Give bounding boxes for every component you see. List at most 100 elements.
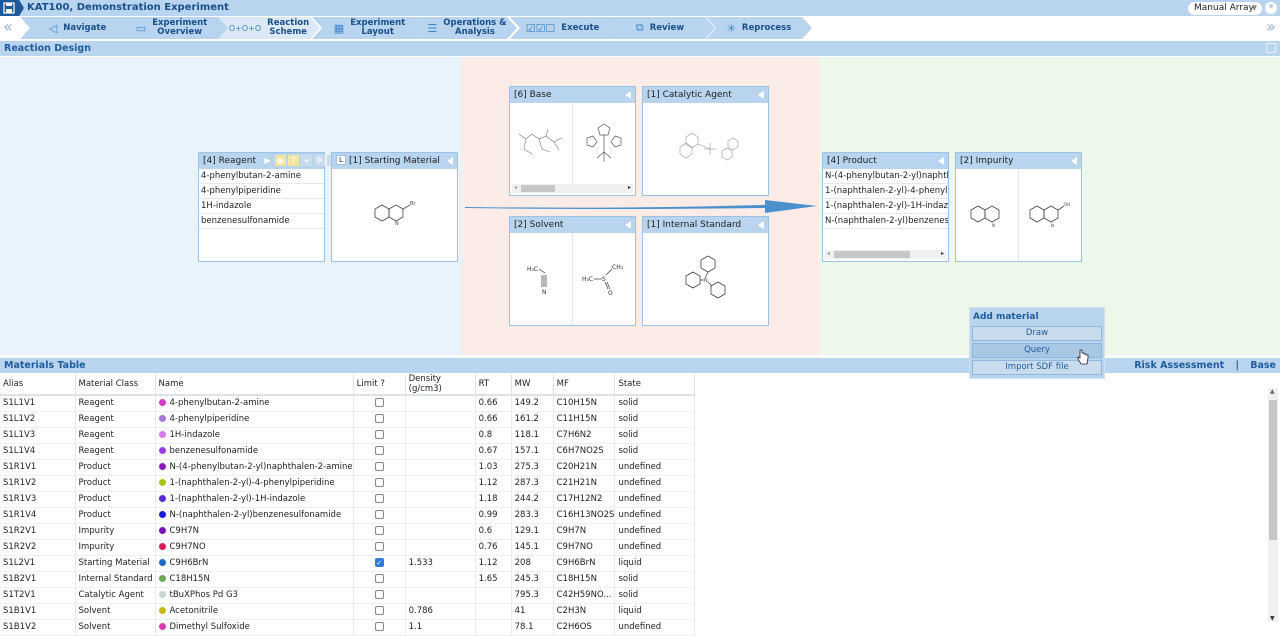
cell-name[interactable]: 4-phenylpiperidine bbox=[155, 411, 354, 428]
cell-name[interactable]: C9H7N bbox=[155, 523, 354, 540]
step-operations-analysis[interactable]: ☰ Operations & Analysis bbox=[417, 17, 517, 39]
cell-name[interactable]: N-(4-phenylbutan-2-yl)naphthalen-2-amine bbox=[155, 459, 354, 476]
structure-cell[interactable]: OH N bbox=[1019, 169, 1081, 261]
cell-state[interactable]: solid bbox=[614, 443, 696, 460]
add-icon[interactable]: + bbox=[301, 155, 312, 166]
cell-material-class[interactable]: Reagent bbox=[75, 443, 156, 460]
cell-material-class[interactable]: Product bbox=[75, 475, 156, 492]
list-item[interactable]: 1H-indazole bbox=[199, 199, 324, 214]
step-experiment-layout[interactable]: ▦ Experiment Layout bbox=[312, 17, 427, 39]
cell-name[interactable]: tBuXPhos Pd G3 bbox=[155, 587, 354, 604]
cell-density[interactable] bbox=[405, 571, 476, 588]
cell-state[interactable]: solid bbox=[614, 427, 696, 444]
list-item[interactable]: N-(4-phenylbutan-2-yl)naphthalen-2-amine bbox=[823, 169, 948, 184]
text-icon[interactable]: T bbox=[288, 155, 299, 166]
cell-material-class[interactable]: Product bbox=[75, 459, 156, 476]
cell-mw[interactable]: 78.1 bbox=[511, 619, 554, 636]
settings-icon[interactable] bbox=[1266, 43, 1276, 53]
limit-checkbox[interactable] bbox=[374, 510, 384, 519]
nav-forward-icon[interactable]: » bbox=[1266, 19, 1276, 35]
cell-density[interactable] bbox=[405, 395, 476, 412]
cell-limit[interactable] bbox=[353, 603, 406, 620]
cell-mf[interactable]: C7H6N2 bbox=[553, 427, 616, 444]
structure-cell[interactable]: H₃C N bbox=[510, 233, 573, 325]
cell-rt[interactable]: 0.99 bbox=[475, 507, 512, 524]
cell-name[interactable]: C18H15N bbox=[155, 571, 354, 588]
cell-density[interactable] bbox=[405, 443, 476, 460]
step-reprocess[interactable]: ✳ Reprocess bbox=[706, 17, 812, 39]
cell-limit[interactable] bbox=[353, 395, 406, 412]
table-row[interactable]: S1R2V2 Impurity C9H7NO 0.76 145.1 C9H7NO undef… bbox=[0, 539, 696, 556]
cell-material-class[interactable]: Impurity bbox=[75, 539, 156, 556]
cell-mf[interactable]: C42H59NO... bbox=[553, 587, 616, 604]
cell-name[interactable]: 4-phenylbutan-2-amine bbox=[155, 395, 354, 412]
collapse-icon[interactable] bbox=[1071, 157, 1077, 165]
cell-rt[interactable] bbox=[475, 587, 512, 604]
cell-material-class[interactable]: Impurity bbox=[75, 523, 156, 540]
cell-state[interactable]: undefined bbox=[614, 523, 696, 540]
cell-alias[interactable]: S1T2V1 bbox=[0, 587, 76, 604]
cell-density[interactable] bbox=[405, 427, 476, 444]
cell-density[interactable] bbox=[405, 523, 476, 540]
cell-density[interactable] bbox=[405, 459, 476, 476]
cell-material-class[interactable]: Starting Material bbox=[75, 555, 156, 572]
cell-limit[interactable] bbox=[353, 619, 406, 636]
cell-limit[interactable] bbox=[353, 507, 406, 524]
cell-alias[interactable]: S1L1V4 bbox=[0, 443, 76, 460]
structure-cell[interactable] bbox=[510, 103, 573, 185]
cell-material-class[interactable]: Product bbox=[75, 507, 156, 524]
table-row[interactable]: S1L1V2 Reagent 4-phenylpiperidine 0.66 161.2… bbox=[0, 411, 696, 428]
cell-density[interactable] bbox=[405, 539, 476, 556]
cell-state[interactable]: solid bbox=[614, 571, 696, 588]
column-header-limit[interactable]: Limit ? bbox=[353, 374, 406, 396]
table-row[interactable]: S1R2V1 Impurity C9H7N 0.6 129.1 C9H7N undefine… bbox=[0, 523, 696, 540]
cell-alias[interactable]: S1B1V1 bbox=[0, 603, 76, 620]
step-review[interactable]: ⧉ Review bbox=[605, 17, 715, 39]
cell-mf[interactable]: C9H7NO bbox=[553, 539, 616, 556]
cell-mw[interactable]: 795.3 bbox=[511, 587, 554, 604]
cell-name[interactable]: C9H6BrN bbox=[155, 555, 354, 572]
reagent-panel[interactable]: [4] Reagent ▶ ◉ T + ✲ ✕ 4-phenylbutan-2-… bbox=[198, 152, 338, 262]
draw-button[interactable]: Draw bbox=[972, 326, 1102, 341]
table-row[interactable]: S1R1V2 Product 1-(naphthalen-2-yl)-4-pheny… bbox=[0, 475, 696, 492]
cell-alias[interactable]: S1L1V1 bbox=[0, 395, 76, 412]
column-header-state[interactable]: State bbox=[614, 374, 696, 396]
structure-cell[interactable]: N bbox=[643, 233, 768, 325]
cell-mf[interactable]: C18H15N bbox=[553, 571, 616, 588]
cell-name[interactable]: 1-(naphthalen-2-yl)-1H-indazole bbox=[155, 491, 354, 508]
cell-alias[interactable]: S1R2V2 bbox=[0, 539, 76, 556]
cell-mw[interactable]: 245.3 bbox=[511, 571, 554, 588]
cell-material-class[interactable]: Internal Standard bbox=[75, 571, 156, 588]
cell-alias[interactable]: S1R1V4 bbox=[0, 507, 76, 524]
cell-mw[interactable]: 287.3 bbox=[511, 475, 554, 492]
collapse-icon[interactable] bbox=[447, 157, 453, 165]
cell-limit[interactable] bbox=[353, 475, 406, 492]
cell-limit[interactable] bbox=[353, 427, 406, 444]
cell-mw[interactable]: 129.1 bbox=[511, 523, 554, 540]
limit-checkbox[interactable] bbox=[374, 446, 384, 455]
collapse-icon[interactable] bbox=[938, 157, 944, 165]
starting-material-panel[interactable]: L [1] Starting Material Br N bbox=[331, 152, 458, 262]
cell-name[interactable]: N-(naphthalen-2-yl)benzenesulfonamide bbox=[155, 507, 354, 524]
cell-limit[interactable] bbox=[353, 443, 406, 460]
gear-icon[interactable]: ✲ bbox=[314, 155, 325, 166]
list-item[interactable]: 4-phenylbutan-2-amine bbox=[199, 169, 324, 184]
cell-density[interactable]: 1.533 bbox=[405, 555, 476, 572]
cell-alias[interactable]: S1R1V2 bbox=[0, 475, 76, 492]
limit-checkbox[interactable] bbox=[374, 574, 384, 583]
cell-alias[interactable]: S1B1V2 bbox=[0, 619, 76, 636]
cell-mw[interactable]: 283.3 bbox=[511, 507, 554, 524]
cell-rt[interactable]: 0.6 bbox=[475, 523, 512, 540]
cell-material-class[interactable]: Reagent bbox=[75, 395, 156, 412]
cell-density[interactable] bbox=[405, 491, 476, 508]
cell-material-class[interactable]: Solvent bbox=[75, 603, 156, 620]
cell-limit[interactable] bbox=[353, 523, 406, 540]
cell-name[interactable]: benzenesulfonamide bbox=[155, 443, 354, 460]
cell-limit[interactable] bbox=[353, 411, 406, 428]
cell-rt[interactable]: 1.03 bbox=[475, 459, 512, 476]
cell-rt[interactable]: 0.66 bbox=[475, 411, 512, 428]
cell-state[interactable]: undefined bbox=[614, 507, 696, 524]
list-item[interactable]: 1-(naphthalen-2-yl)-4-phenylpiperidine bbox=[823, 184, 948, 199]
limit-checkbox[interactable] bbox=[374, 622, 384, 631]
solvent-panel[interactable]: [2] Solvent H₃C N H₃C S CH₃ O bbox=[509, 216, 636, 326]
